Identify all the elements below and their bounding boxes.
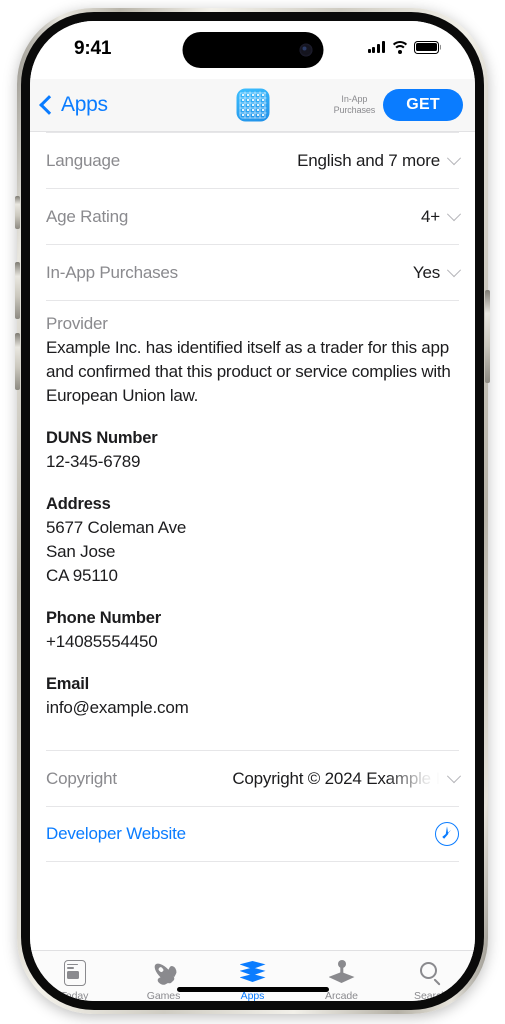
provider-detail-duns: DUNS Number 12-345-6789 [46,426,459,474]
tab-today[interactable]: Today [30,959,119,1001]
tab-games[interactable]: Games [119,959,208,1001]
in-app-purchases-badge: In-App Purchases [334,94,376,116]
back-button[interactable]: Apps [39,93,108,117]
info-row-language[interactable]: Language English and 7 more [46,133,462,188]
power-button[interactable] [485,290,490,383]
chevron-down-icon[interactable] [446,150,462,165]
tab-search[interactable]: Search [386,959,475,1001]
stacked-layers-icon [238,959,268,986]
tab-label: Arcade [325,990,358,1001]
info-row-copyright[interactable]: Copyright Copyright © 2024 Example I [46,751,462,806]
nav-right-group: In-App Purchases GET [334,89,463,121]
provider-title: Provider [46,314,108,333]
detail-heading: Address [46,495,111,513]
dynamic-island [182,32,323,68]
app-information-list: Language English and 7 more Age Rating 4… [30,132,475,950]
provider-detail-address: Address 5677 Coleman Ave San Jose CA 951… [46,492,459,588]
tab-label: Games [146,990,181,1001]
volume-down-button[interactable] [15,333,20,390]
detail-heading: Email [46,675,90,693]
info-row-label: Copyright [46,768,117,788]
status-bar: 9:41 [30,21,475,79]
navigation-bar: Apps In-App Purchases GET [30,79,475,132]
info-row-label: In-App Purchases [46,262,178,282]
provider-detail-email: Email info@example.com [46,672,459,720]
battery-icon [414,41,439,54]
safari-compass-icon[interactable] [435,822,459,846]
back-button-label: Apps [61,93,108,116]
volume-up-button[interactable] [15,262,20,319]
tab-arcade[interactable]: Arcade [297,959,386,1001]
info-row-in-app-purchases[interactable]: In-App Purchases Yes [46,245,462,300]
chevron-left-icon [39,95,59,115]
today-document-icon [60,959,90,986]
info-row-age-rating[interactable]: Age Rating 4+ [46,189,462,244]
detail-line: +14085554450 [46,632,158,651]
get-button[interactable]: GET [383,89,463,121]
provider-trader-statement: Example Inc. has identified itself as a … [46,338,451,405]
rocket-icon [149,959,179,986]
iap-line-2: Purchases [333,105,376,115]
tab-apps[interactable]: Apps [208,959,297,1001]
info-row-label: Language [46,150,121,170]
info-row-value: 4+ [421,206,440,226]
provider-detail-phone: Phone Number +14085554450 [46,606,459,654]
action-button[interactable] [15,196,20,229]
chevron-down-icon[interactable] [446,262,462,277]
detail-line: info@example.com [46,698,189,717]
search-icon [416,959,446,986]
status-indicators [367,41,439,54]
iap-line-1: In-App [341,94,368,104]
info-row-value: Yes [412,262,440,282]
developer-website-label: Developer Website [46,824,186,843]
detail-line: CA 95110 [46,566,118,585]
tab-label: Today [60,990,89,1001]
detail-heading: DUNS Number [46,429,158,447]
wifi-icon [389,41,410,54]
detail-line: San Jose [46,542,116,561]
tab-bar: Today Games Apps Arcade Search [30,950,475,1001]
info-row-value: English and 7 more [297,150,440,170]
provider-section: Provider Example Inc. has identified its… [46,301,459,724]
chevron-down-icon[interactable] [446,768,462,783]
chevron-down-icon[interactable] [446,206,462,221]
cellular-signal-icon [367,41,385,54]
detail-heading: Phone Number [46,609,161,627]
joystick-icon [327,959,357,986]
home-indicator[interactable] [176,986,329,992]
detail-line: 12-345-6789 [46,452,141,471]
separator [46,861,459,862]
phone-screen: 9:41 Apps In-App Purchases GET Language … [30,21,475,1001]
developer-website-row[interactable]: Developer Website [46,807,459,861]
detail-line: 5677 Coleman Ave [46,518,187,537]
tab-label: Search [414,990,447,1001]
front-camera-icon [299,43,312,57]
app-icon[interactable] [236,88,269,122]
info-row-label: Age Rating [46,206,129,226]
info-row-value: Copyright © 2024 Example I [232,768,440,788]
status-clock: 9:41 [74,38,112,59]
screenshot-stage: 9:41 Apps In-App Purchases GET Language … [0,0,505,1024]
